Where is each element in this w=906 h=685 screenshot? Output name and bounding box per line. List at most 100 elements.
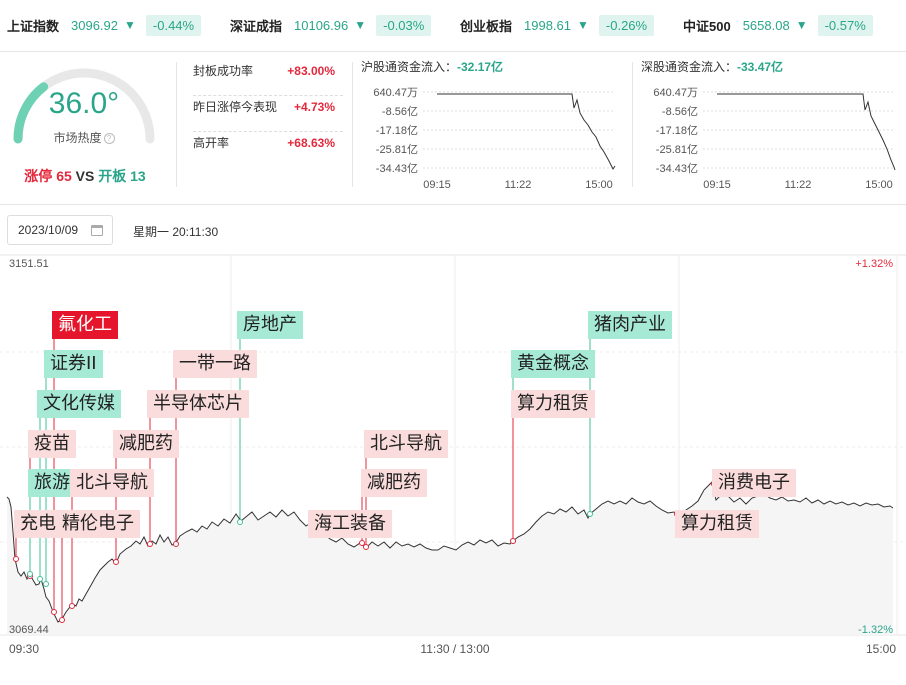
- flow-x-tick: 15:00: [585, 179, 613, 191]
- index-change-badge: -0.03%: [376, 14, 432, 36]
- flow-line: [437, 93, 616, 170]
- index-csi500[interactable]: 中证500 5658.08 ▼ -0.57%: [683, 14, 873, 36]
- down-arrow-icon: ▼: [124, 18, 136, 32]
- index-change-badge: -0.57%: [817, 14, 873, 36]
- concept-tag-marker: [113, 559, 119, 565]
- stat-value: +68.63%: [287, 136, 335, 150]
- concept-tag[interactable]: 旅游: [28, 469, 76, 497]
- index-value: 5658.08: [742, 17, 790, 33]
- flow-y-tick: 640.47万: [373, 87, 418, 99]
- index-name: 创业板指: [460, 18, 513, 34]
- concept-tag[interactable]: 减肥药: [113, 430, 179, 458]
- calendar-icon: [91, 225, 103, 236]
- section-divider: [0, 204, 906, 205]
- hk-north-flow-sh: 沪股通资金流入：-32.17亿 640.47万 -8.56亿 -17.18亿 -…: [361, 58, 631, 198]
- concept-tag[interactable]: 海工装备: [308, 510, 392, 538]
- concept-tag[interactable]: 算力租赁: [511, 390, 595, 418]
- flow-x-tick: 09:15: [423, 179, 451, 191]
- limit-up-label: 涨停: [24, 168, 53, 184]
- x-tick: 09:30: [9, 642, 39, 656]
- concept-tag-marker: [37, 576, 43, 582]
- concept-tag[interactable]: 证券II: [44, 350, 103, 378]
- concept-tag-marker: [13, 556, 19, 562]
- index-name: 深证成指: [230, 18, 283, 34]
- flow-chart: 640.47万 -8.56亿 -17.18亿 -25.81亿 -34.43亿 0…: [653, 87, 896, 191]
- concept-tag[interactable]: 房地产: [237, 311, 303, 339]
- flow-y-tick: -8.56亿: [662, 105, 698, 118]
- flow-title: 深股通资金流入：-33.47亿: [641, 58, 906, 75]
- right-top-label: +1.32%: [855, 258, 893, 270]
- flow-y-tick: -17.18亿: [656, 124, 698, 137]
- flow-x-tick: 11:22: [505, 179, 532, 191]
- help-icon[interactable]: ?: [103, 133, 115, 144]
- index-change-badge: -0.26%: [598, 14, 655, 36]
- concept-tag[interactable]: 减肥药: [361, 469, 427, 497]
- index-ticker-bar: 上证指数 3096.92 ▼ -0.44% 深证成指 10106.96 ▼ -0…: [0, 0, 906, 52]
- down-arrow-icon: ▼: [354, 18, 367, 32]
- concept-tag[interactable]: 半导体芯片: [147, 390, 249, 418]
- stat-label: 封板成功率: [193, 64, 254, 78]
- flow-x-tick: 09:15: [703, 179, 731, 191]
- date-picker[interactable]: 2023/10/09: [7, 215, 113, 245]
- concept-tag[interactable]: 北斗导航: [70, 469, 154, 497]
- x-tick: 15:00: [866, 642, 896, 656]
- date-value: 2023/10/09: [18, 223, 79, 237]
- concept-tag-marker: [69, 603, 75, 609]
- flow-title-text: 深股通资金流入：: [641, 60, 738, 74]
- concept-tag[interactable]: 猪肉产业: [588, 311, 672, 339]
- hk-north-flow-sz: 深股通资金流入：-33.47亿 640.47万 -8.56亿 -17.18亿 -…: [641, 58, 906, 198]
- index-value: 1998.61: [524, 17, 572, 33]
- flow-title-text: 沪股通资金流入：: [361, 60, 458, 74]
- concept-tag-marker: [173, 541, 179, 547]
- flow-y-tick: -34.43亿: [656, 162, 698, 175]
- concept-tag[interactable]: 消费电子: [712, 469, 796, 497]
- flow-title: 沪股通资金流入：-32.17亿: [361, 58, 631, 75]
- y-top-label: 3151.51: [9, 258, 49, 270]
- down-arrow-icon: ▼: [795, 18, 808, 32]
- limit-stats-panel: 封板成功率 +83.00% 昨日涨停今表现 +4.73% 高开率 +68.63%: [193, 60, 343, 168]
- divider: [176, 62, 177, 187]
- concept-tag-marker: [43, 581, 49, 587]
- index-value: 3096.92: [71, 17, 119, 33]
- flow-x-tick: 15:00: [865, 179, 893, 191]
- flow-x-tick: 11:22: [785, 179, 812, 191]
- flow-y-tick: -25.81亿: [656, 143, 698, 156]
- concept-tag-marker: [27, 571, 33, 577]
- concept-tag[interactable]: 一带一路: [173, 350, 257, 378]
- heat-label-text: 市场热度: [53, 131, 102, 145]
- index-value: 10106.96: [294, 17, 349, 33]
- concept-tag[interactable]: 黄金概念: [511, 350, 595, 378]
- flow-y-tick: -8.56亿: [382, 105, 418, 118]
- concept-tag[interactable]: 充电: [14, 510, 62, 538]
- concept-tag-marker: [363, 544, 369, 550]
- concept-tag[interactable]: 疫苗: [28, 430, 76, 458]
- open-board-count: 13: [130, 168, 146, 184]
- concept-tag[interactable]: 北斗导航: [364, 430, 448, 458]
- stat-value: +4.73%: [293, 100, 335, 114]
- intraday-chart-canvas: 3151.51 3069.44 +1.32% -1.32% 09:30 11:3…: [0, 254, 906, 656]
- price-area: [7, 482, 893, 635]
- vs-text: VS: [75, 168, 95, 184]
- flow-line: [717, 93, 896, 171]
- x-tick: 11:30 / 13:00: [420, 642, 489, 656]
- flow-value: -33.47亿: [737, 60, 784, 74]
- limit-up-vs-open: 涨停 65 VS 开板 13: [0, 166, 170, 186]
- concept-tag[interactable]: 精伦电子: [56, 510, 140, 538]
- concept-tag-marker: [51, 609, 57, 615]
- flow-y-tick: -17.18亿: [376, 124, 418, 137]
- concept-tag-marker: [237, 519, 243, 525]
- heat-value: 36.0°: [48, 87, 120, 120]
- stat-row: 封板成功率 +83.00%: [193, 60, 343, 96]
- concept-tag-marker: [359, 540, 365, 546]
- concept-tag[interactable]: 氟化工: [52, 311, 118, 339]
- index-shanghai[interactable]: 上证指数 3096.92 ▼ -0.44%: [7, 14, 202, 36]
- index-shenzhen[interactable]: 深证成指 10106.96 ▼ -0.03%: [230, 14, 432, 36]
- right-bottom-label: -1.32%: [858, 624, 893, 636]
- index-chinext[interactable]: 创业板指 1998.61 ▼ -0.26%: [460, 14, 655, 36]
- concept-tag[interactable]: 文化传媒: [37, 390, 121, 418]
- divider: [352, 62, 353, 187]
- open-board-label: 开板: [98, 168, 127, 184]
- flow-y-tick: -34.43亿: [376, 162, 418, 175]
- market-heat-gauge: 36.0° 市场热度? 涨停 65 VS 开板 13: [0, 53, 176, 193]
- concept-tag[interactable]: 算力租赁: [675, 510, 759, 538]
